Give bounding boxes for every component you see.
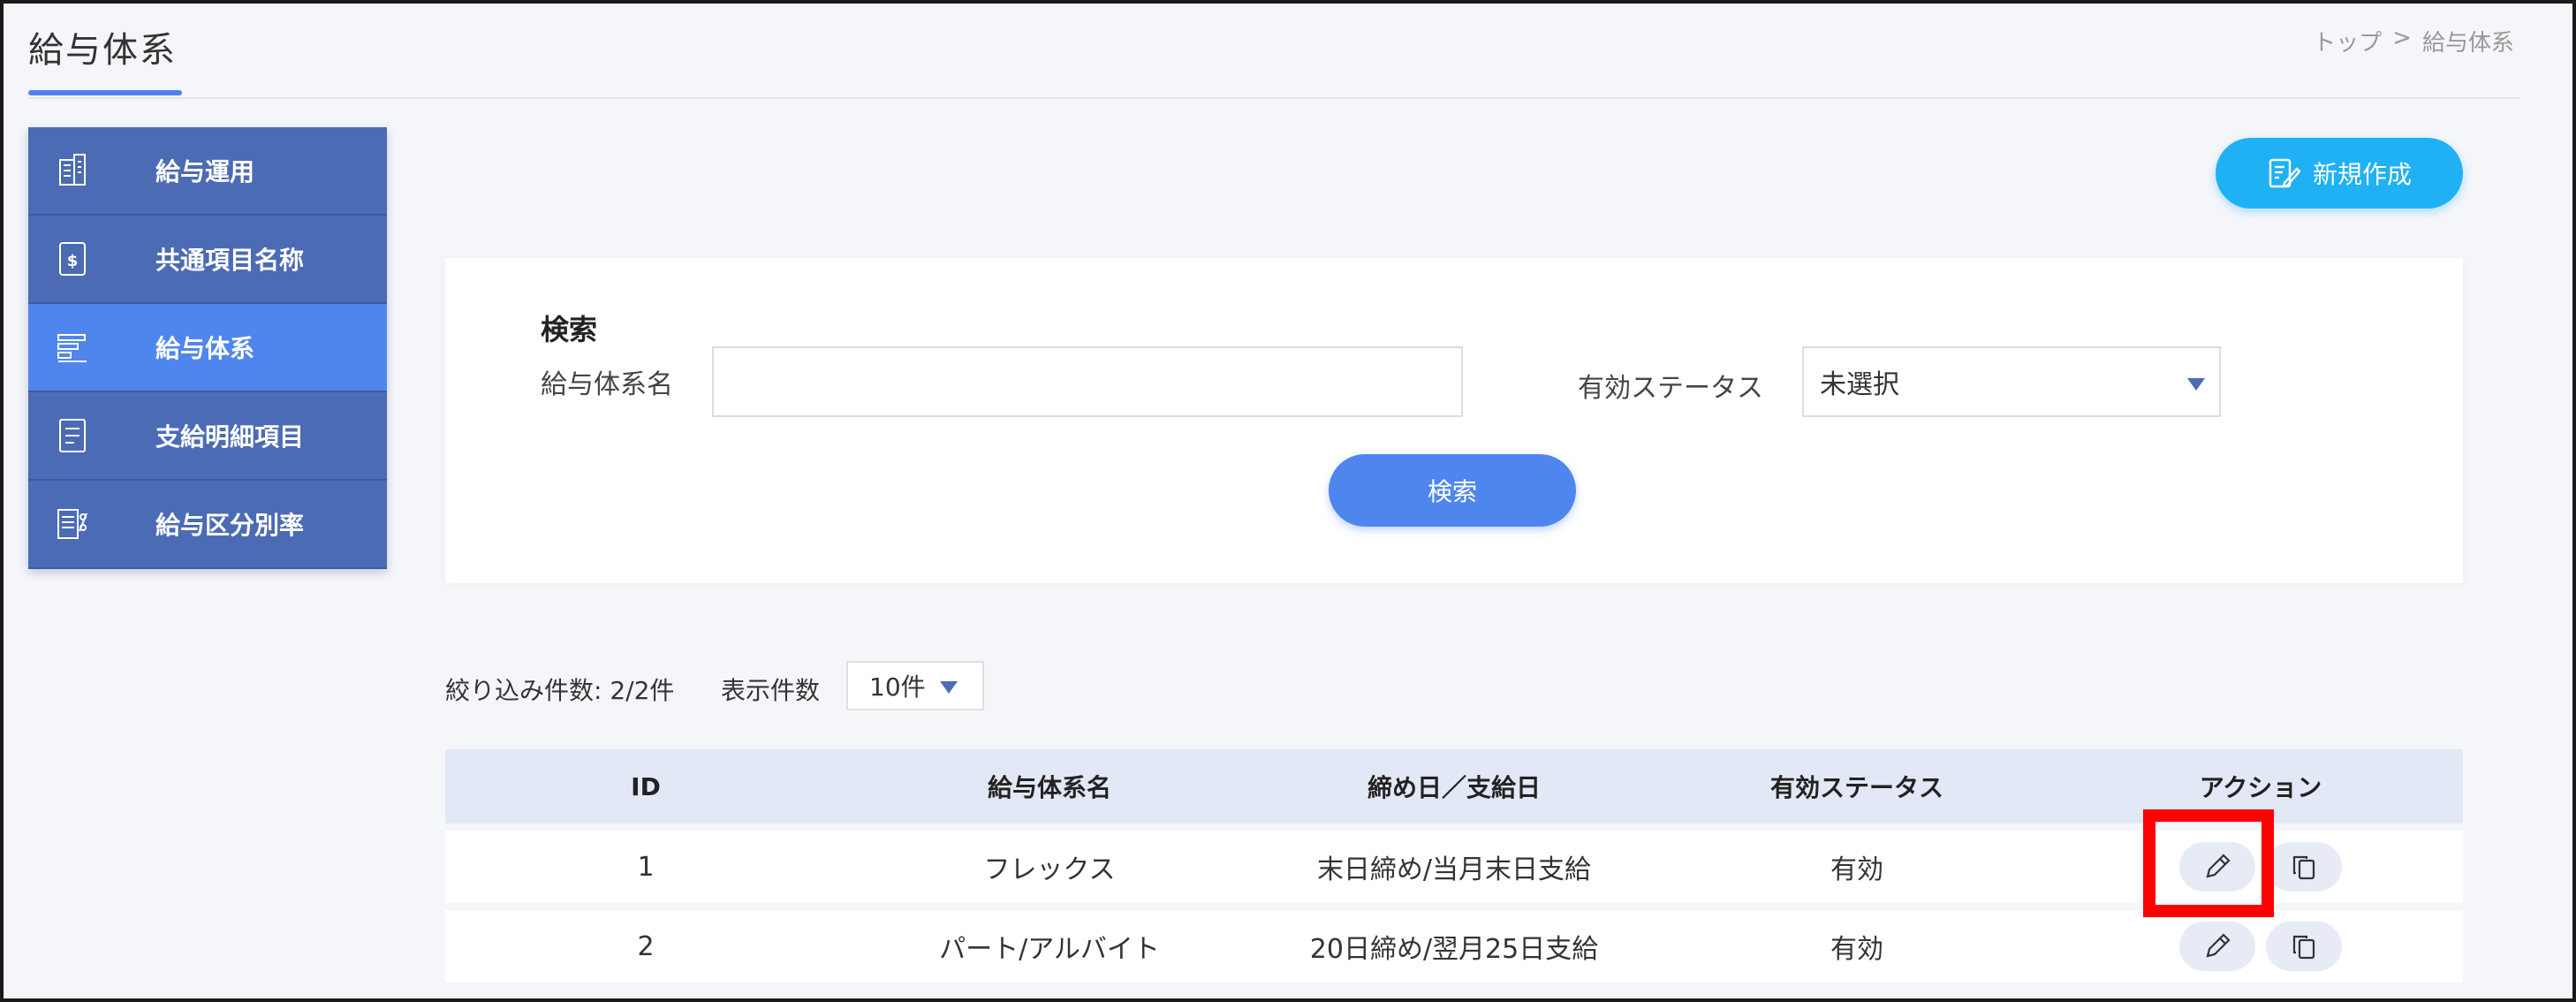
sidebar-item-rate-by-category[interactable]: 給与区分別率 [28, 481, 387, 569]
search-heading: 検索 [541, 313, 598, 346]
search-button-label: 検索 [1427, 477, 1477, 506]
sidebar-item-label: 給与体系 [155, 334, 255, 363]
building-doc-icon [28, 151, 117, 190]
list-doc-icon [28, 416, 117, 455]
column-header-id: ID [631, 771, 661, 801]
salary-structure-name-label: 給与体系名 [541, 369, 673, 400]
column-header-dates: 締め日／支給日 [1367, 773, 1541, 802]
title-underline [28, 90, 182, 95]
column-header-actions: アクション [2199, 773, 2322, 802]
table-row: 2 パート/アルバイト 20日締め/翌月25日支給 有効 [445, 910, 2463, 983]
cell-id: 1 [637, 851, 655, 883]
cell-name: フレックス [983, 854, 1116, 885]
sidebar-item-label: 支給明細項目 [155, 422, 305, 452]
per-page-label: 表示件数 [721, 676, 821, 705]
page-title: 給与体系 [28, 30, 177, 71]
sidebar-item-label: 給与運用 [155, 157, 255, 186]
copy-icon [2292, 855, 2315, 880]
filtered-count: 絞り込み件数: 2/2件 [445, 676, 675, 705]
edit-document-icon [2269, 158, 2300, 188]
cell-actions [2058, 922, 2463, 971]
status-select[interactable]: 未選択 [1802, 346, 2221, 417]
status-label: 有効ステータス [1578, 373, 1763, 404]
structure-icon [28, 328, 117, 367]
new-create-button[interactable]: 新規作成 [2216, 138, 2463, 209]
sidebar-item-salary-operation[interactable]: 給与運用 [28, 127, 387, 216]
per-page-value: 10件 [869, 672, 926, 702]
search-panel: 検索 給与体系名 有効ステータス 未選択 検索 [445, 258, 2463, 583]
per-page-select[interactable]: 10件 [846, 661, 984, 710]
breadcrumb-current: 給与体系 [2421, 30, 2514, 57]
chevron-down-icon [940, 681, 958, 694]
cell-status: 有効 [1830, 934, 1883, 965]
sidebar-item-payslip-items[interactable]: 支給明細項目 [28, 392, 387, 481]
cell-dates: 末日締め/当月末日支給 [1316, 854, 1592, 885]
highlight-box [2143, 809, 2274, 917]
breadcrumb-separator: > [2392, 25, 2412, 51]
salary-structure-name-input[interactable] [712, 346, 1463, 417]
app-window: 給与体系 トップ > 給与体系 給与運用 $ 共通項目名称 給与体系 支給明細項… [0, 0, 2576, 1002]
svg-text:$: $ [67, 252, 79, 270]
cell-id: 2 [637, 930, 655, 962]
edit-button[interactable] [2179, 922, 2255, 971]
status-select-value: 未選択 [1820, 369, 1899, 400]
cell-status: 有効 [1830, 854, 1883, 885]
header-divider [28, 97, 2519, 99]
pencil-icon [2206, 933, 2231, 958]
column-header-status: 有効ステータス [1769, 773, 1943, 802]
cell-name: パート/アルバイト [939, 934, 1160, 965]
chevron-down-icon [2187, 378, 2205, 391]
copy-button[interactable] [2266, 922, 2342, 971]
breadcrumb-top-link[interactable]: トップ [2313, 25, 2382, 57]
cell-dates: 20日締め/翌月25日支給 [1309, 934, 1599, 965]
money-doc-icon: $ [28, 239, 117, 278]
sidebar-item-label: 共通項目名称 [155, 246, 305, 275]
sidebar-item-common-item-names[interactable]: $ 共通項目名称 [28, 216, 387, 304]
copy-icon [2292, 935, 2315, 960]
sidebar: 給与運用 $ 共通項目名称 給与体系 支給明細項目 給与区分別率 [28, 127, 387, 569]
breadcrumb: トップ > 給与体系 [2313, 25, 2514, 57]
sidebar-item-salary-structure[interactable]: 給与体系 [28, 304, 387, 392]
sidebar-item-label: 給与区分別率 [155, 511, 305, 540]
new-create-label: 新規作成 [2312, 160, 2412, 189]
search-button[interactable]: 検索 [1329, 454, 1576, 527]
copy-button[interactable] [2266, 842, 2342, 892]
ratio-doc-icon [28, 505, 117, 543]
column-header-name: 給与体系名 [987, 773, 1111, 802]
